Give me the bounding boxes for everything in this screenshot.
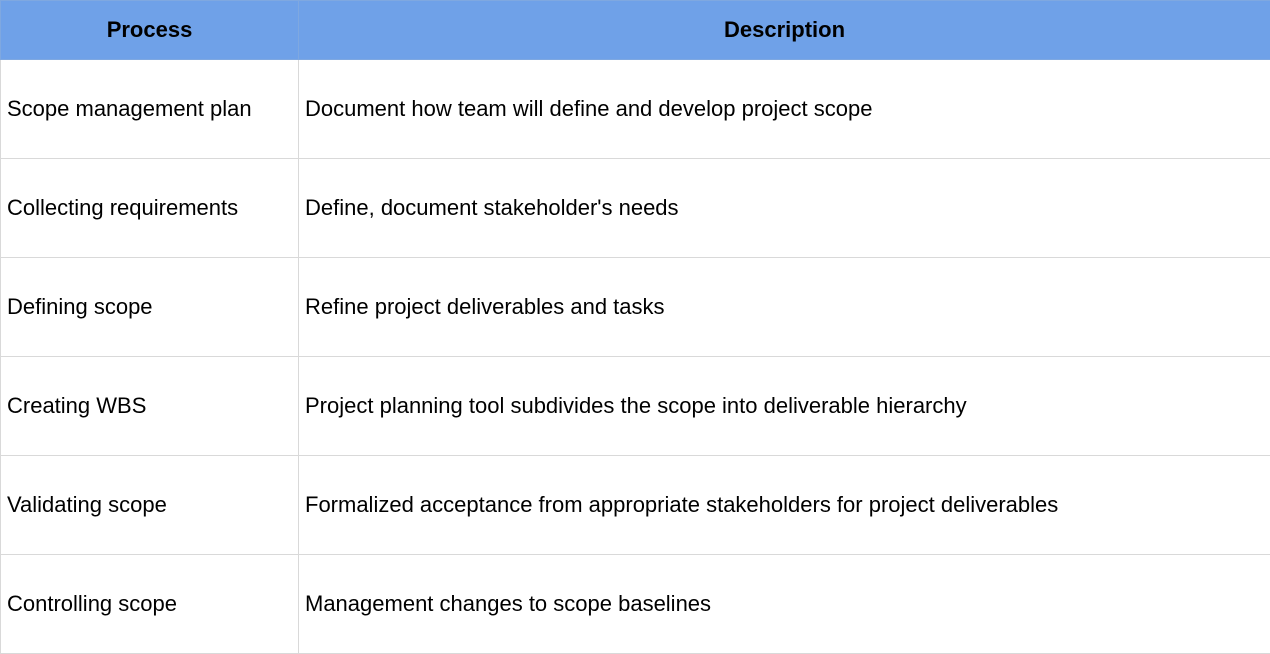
table-row: Controlling scope Management changes to … <box>0 554 1270 654</box>
table-row: Defining scope Refine project deliverabl… <box>0 257 1270 357</box>
process-table: Process Description Scope management pla… <box>0 0 1270 654</box>
cell-process: Controlling scope <box>0 554 299 654</box>
header-process: Process <box>0 0 299 60</box>
cell-description: Document how team will define and develo… <box>298 59 1270 159</box>
cell-process: Validating scope <box>0 455 299 555</box>
cell-description: Formalized acceptance from appropriate s… <box>298 455 1270 555</box>
cell-description: Management changes to scope baselines <box>298 554 1270 654</box>
table-header: Process Description <box>0 0 1270 60</box>
table-body: Scope management plan Document how team … <box>0 59 1270 654</box>
cell-description: Define, document stakeholder's needs <box>298 158 1270 258</box>
table-row: Scope management plan Document how team … <box>0 59 1270 159</box>
cell-process: Scope management plan <box>0 59 299 159</box>
cell-description: Refine project deliverables and tasks <box>298 257 1270 357</box>
table-row: Collecting requirements Define, document… <box>0 158 1270 258</box>
header-description: Description <box>298 0 1270 60</box>
cell-process: Defining scope <box>0 257 299 357</box>
table-row: Creating WBS Project planning tool subdi… <box>0 356 1270 456</box>
cell-process: Creating WBS <box>0 356 299 456</box>
header-row: Process Description <box>0 0 1270 60</box>
table-row: Validating scope Formalized acceptance f… <box>0 455 1270 555</box>
cell-description: Project planning tool subdivides the sco… <box>298 356 1270 456</box>
cell-process: Collecting requirements <box>0 158 299 258</box>
